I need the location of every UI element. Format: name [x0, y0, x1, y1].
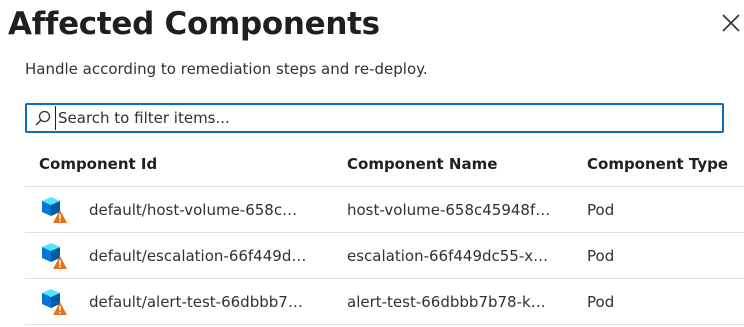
component-id-cell: default/host-volume-658c… [25, 195, 347, 225]
component-id-cell: default/escalation-66f449d… [25, 241, 347, 271]
search-input[interactable] [55, 106, 722, 130]
search-icon [35, 110, 51, 126]
close-button[interactable] [718, 10, 744, 36]
close-icon [722, 14, 740, 32]
component-id: default/alert-test-66dbbb7… [89, 292, 303, 311]
component-id: default/escalation-66f449d… [89, 246, 307, 265]
component-name: escalation-66f449dc55-x… [347, 246, 549, 265]
component-id: default/host-volume-658c… [89, 200, 298, 219]
component-id-cell: default/alert-test-66dbbb7… [25, 287, 347, 317]
pod-warning-icon [42, 288, 67, 315]
column-header-component-type[interactable]: Component Type [587, 155, 744, 173]
column-header-component-name[interactable]: Component Name [347, 155, 587, 173]
column-header-component-id[interactable]: Component Id [25, 155, 347, 173]
pod-warning-icon [42, 196, 67, 223]
component-type: Pod [587, 246, 615, 265]
page-subtitle: Handle according to remediation steps an… [25, 60, 428, 78]
table-row[interactable]: default/alert-test-66dbbb7… alert-test-6… [25, 279, 744, 325]
table-row[interactable]: default/host-volume-658c… host-volume-65… [25, 187, 744, 233]
component-name: host-volume-658c45948f… [347, 200, 551, 219]
components-table: Component Id Component Name Component Ty… [25, 142, 744, 325]
component-name: alert-test-66dbbb7b78-k… [347, 292, 546, 311]
component-type: Pod [587, 292, 615, 311]
affected-components-panel: Affected Components Handle according to … [0, 0, 744, 327]
search-box[interactable] [25, 103, 724, 133]
pod-warning-icon [42, 242, 67, 269]
table-header: Component Id Component Name Component Ty… [25, 142, 744, 187]
table-row[interactable]: default/escalation-66f449d… escalation-6… [25, 233, 744, 279]
page-title: Affected Components [8, 6, 380, 42]
component-type: Pod [587, 200, 615, 219]
